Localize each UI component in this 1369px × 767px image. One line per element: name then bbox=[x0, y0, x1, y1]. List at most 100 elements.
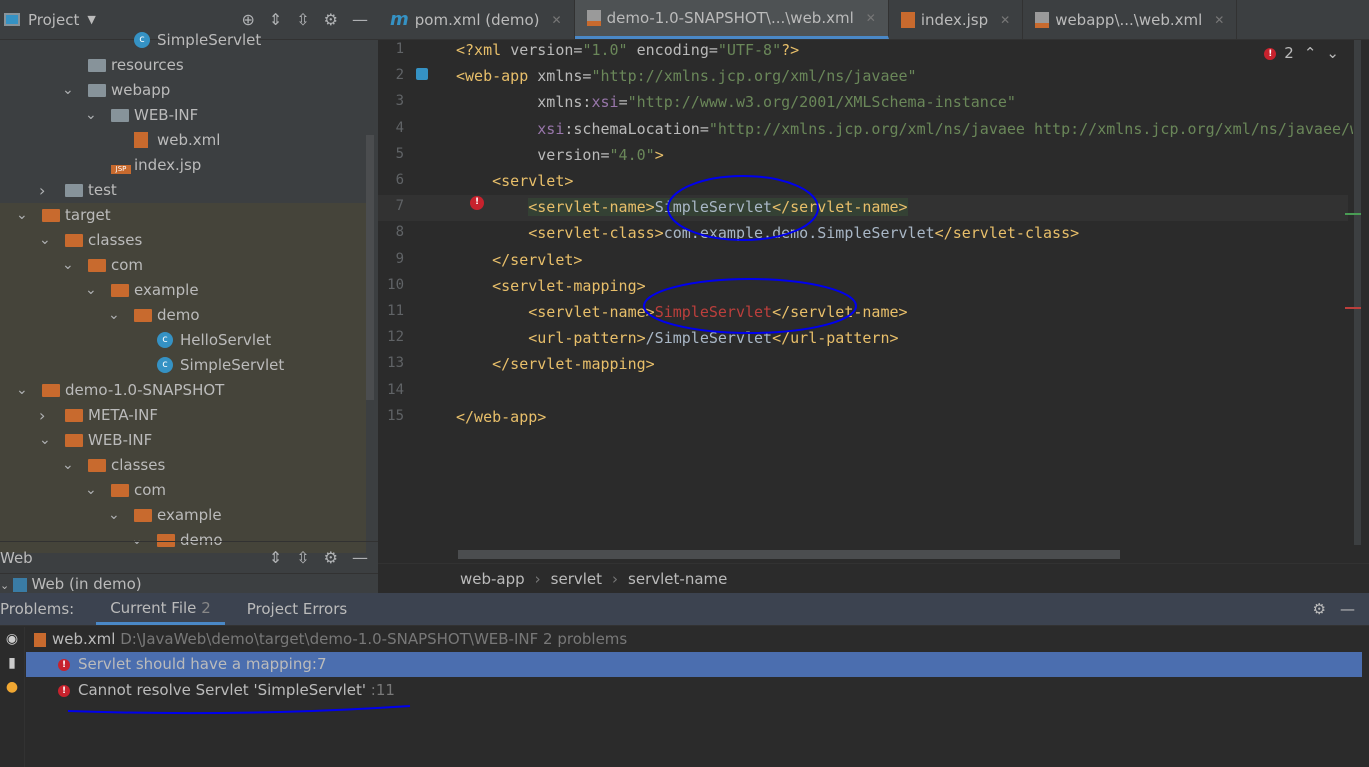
chevron-down-icon[interactable]: ⌄ bbox=[62, 78, 74, 103]
tree-item[interactable]: ⌄ demo-1.0-SNAPSHOT bbox=[0, 378, 366, 403]
tree-item[interactable]: resources bbox=[0, 53, 366, 78]
code-token: "UTF-8" bbox=[717, 41, 782, 59]
code-line[interactable]: version="4.0"> bbox=[456, 142, 663, 168]
vertical-scrollbar[interactable] bbox=[1354, 40, 1361, 545]
dropdown-icon[interactable]: ▼ bbox=[87, 13, 95, 26]
chevron-down-icon[interactable]: ⌄ bbox=[108, 503, 120, 528]
eye-icon[interactable]: ◉ bbox=[0, 627, 24, 651]
tree-item[interactable]: c HelloServlet bbox=[0, 328, 366, 353]
error-icon: ! bbox=[58, 684, 70, 697]
gear-icon[interactable]: ⚙ bbox=[324, 10, 338, 29]
tree-item-label: META-INF bbox=[88, 406, 159, 424]
web-gutter-icon[interactable] bbox=[416, 68, 428, 80]
code-line[interactable]: xmlns:xsi="http://www.w3.org/2001/XMLSch… bbox=[456, 89, 1016, 115]
chevron-down-icon[interactable]: ⌄ bbox=[108, 303, 120, 328]
chevron-down-icon[interactable]: ⌄ bbox=[62, 453, 74, 478]
minimize-icon[interactable]: — bbox=[1340, 600, 1355, 618]
tree-scrollbar[interactable] bbox=[366, 135, 374, 400]
tree-item[interactable]: ⌄ webapp bbox=[0, 78, 366, 103]
tree-item[interactable]: ⌄ classes bbox=[0, 453, 366, 478]
chevron-down-icon[interactable]: ⌄ bbox=[39, 428, 51, 453]
expand-all-icon[interactable]: ⇕ bbox=[269, 548, 282, 567]
code-line[interactable]: <servlet-name>SimpleServlet</servlet-nam… bbox=[456, 194, 908, 220]
chevron-down-icon[interactable]: ⌄ bbox=[16, 203, 28, 228]
tree-item[interactable]: ⌄ WEB-INF bbox=[0, 428, 366, 453]
tree-item[interactable]: ⌄ classes bbox=[0, 228, 366, 253]
code-line[interactable]: <?xml version="1.0" encoding="UTF-8"?> bbox=[456, 37, 799, 63]
problem-item[interactable]: ! Servlet should have a mapping:7 bbox=[26, 652, 1362, 677]
code-token: <servlet> bbox=[492, 172, 574, 190]
locate-icon[interactable]: ⊕ bbox=[241, 10, 254, 29]
code-line[interactable]: <url-pattern>/SimpleServlet</url-pattern… bbox=[456, 325, 898, 351]
tree-item[interactable]: ⌄ example bbox=[0, 503, 366, 528]
tree-item[interactable]: ⌄ example bbox=[0, 278, 366, 303]
minimize-icon[interactable]: — bbox=[352, 548, 368, 567]
breadcrumb-item[interactable]: servlet bbox=[551, 570, 602, 588]
prev-icon[interactable]: ⌃ bbox=[1304, 44, 1317, 62]
breadcrumb-item[interactable]: servlet-name bbox=[628, 570, 727, 588]
line-number: 13 bbox=[387, 355, 404, 372]
folder-icon bbox=[42, 209, 60, 222]
minimize-icon[interactable]: — bbox=[352, 10, 368, 29]
tree-item[interactable]: › META-INF bbox=[0, 403, 366, 428]
code-area[interactable]: 1 <?xml version="1.0" encoding="UTF-8"?> 2… bbox=[378, 0, 1353, 548]
tree-item[interactable]: web.xml bbox=[0, 128, 366, 153]
preview-icon[interactable]: ▮ bbox=[0, 651, 24, 675]
chevron-down-icon[interactable]: ⌄ bbox=[39, 228, 51, 253]
problem-file-row[interactable]: web.xml D:\JavaWeb\demo\target\demo-1.0-… bbox=[34, 627, 627, 652]
code-token: <?xml bbox=[456, 41, 511, 59]
code-token: <url-pattern> bbox=[528, 329, 646, 348]
code-line[interactable]: </servlet-mapping> bbox=[456, 351, 655, 377]
chevron-down-icon[interactable]: ⌄ bbox=[62, 253, 74, 278]
tree-item[interactable]: ⌄ WEB-INF bbox=[0, 103, 366, 128]
tab-project-errors[interactable]: Project Errors bbox=[247, 600, 347, 618]
chevron-down-icon[interactable]: ⌄ bbox=[85, 278, 97, 303]
tree-item[interactable]: JSP index.jsp bbox=[0, 153, 366, 178]
code-line[interactable]: <web-app xmlns="http://xmlns.jcp.org/xml… bbox=[456, 63, 917, 89]
chevron-down-icon[interactable]: ⌄ bbox=[16, 378, 28, 403]
line-number: 9 bbox=[395, 250, 404, 267]
gear-icon[interactable]: ⚙ bbox=[1313, 600, 1326, 618]
collapse-all-icon[interactable]: ⇳ bbox=[296, 10, 309, 29]
tab-current-file[interactable]: Current File 2 bbox=[96, 593, 225, 625]
code-line[interactable]: <servlet> bbox=[456, 168, 573, 194]
horizontal-scrollbar[interactable] bbox=[458, 550, 1120, 559]
code-line[interactable]: <servlet-mapping> bbox=[456, 273, 646, 299]
tree-item[interactable]: ⌄ target bbox=[0, 203, 366, 228]
code-token: <servlet-class> bbox=[528, 224, 664, 243]
tree-item[interactable]: ⌄ com bbox=[0, 478, 366, 503]
tree-item[interactable]: › test bbox=[0, 178, 366, 203]
next-icon[interactable]: ⌄ bbox=[1326, 44, 1339, 62]
line-number: 15 bbox=[387, 407, 404, 424]
tree-item[interactable]: c SimpleServlet bbox=[0, 28, 366, 53]
code-token: </servlet-class> bbox=[934, 224, 1080, 243]
web-facet-item[interactable]: ⌄ Web (in demo) bbox=[0, 575, 142, 593]
tree-item[interactable]: ⌄ com bbox=[0, 253, 366, 278]
tree-item[interactable]: c SimpleServlet bbox=[0, 353, 366, 378]
code-line[interactable]: xsi:schemaLocation="http://xmlns.jcp.org… bbox=[456, 116, 1353, 142]
code-line[interactable]: </servlet> bbox=[456, 247, 582, 273]
chevron-right-icon[interactable]: › bbox=[39, 178, 45, 203]
line-number: 8 bbox=[395, 224, 404, 241]
code-line[interactable]: </web-app> bbox=[456, 404, 546, 430]
chevron-down-icon[interactable]: ⌄ bbox=[85, 478, 97, 503]
bulb-icon[interactable]: ● bbox=[0, 675, 24, 699]
chevron-down-icon[interactable]: ⌄ bbox=[85, 103, 97, 128]
chevron-right-icon[interactable]: › bbox=[39, 403, 45, 428]
code-token: </servlet-name> bbox=[772, 198, 908, 217]
jsp-file-icon: JSP bbox=[111, 165, 131, 174]
folder-icon bbox=[65, 234, 83, 247]
gear-icon[interactable]: ⚙ bbox=[324, 548, 338, 567]
problem-item[interactable]: ! Cannot resolve Servlet 'SimpleServlet' … bbox=[26, 678, 395, 703]
code-line[interactable]: <servlet-class>com.example.demo.SimpleSe… bbox=[456, 220, 1079, 246]
collapse-all-icon[interactable]: ⇳ bbox=[296, 548, 309, 567]
project-title[interactable]: Project bbox=[28, 11, 79, 29]
code-line[interactable]: <servlet-name>SimpleServlet</servlet-nam… bbox=[456, 299, 907, 325]
error-icon: ! bbox=[1264, 47, 1277, 60]
error-gutter-icon[interactable]: ! bbox=[470, 196, 484, 210]
breadcrumb-item[interactable]: web-app bbox=[460, 570, 525, 588]
tree-item[interactable]: ⌄ demo bbox=[0, 303, 366, 328]
expand-all-icon[interactable]: ⇕ bbox=[269, 10, 282, 29]
inspection-widget[interactable]: ! 2 ⌃ ⌄ bbox=[1264, 44, 1339, 62]
